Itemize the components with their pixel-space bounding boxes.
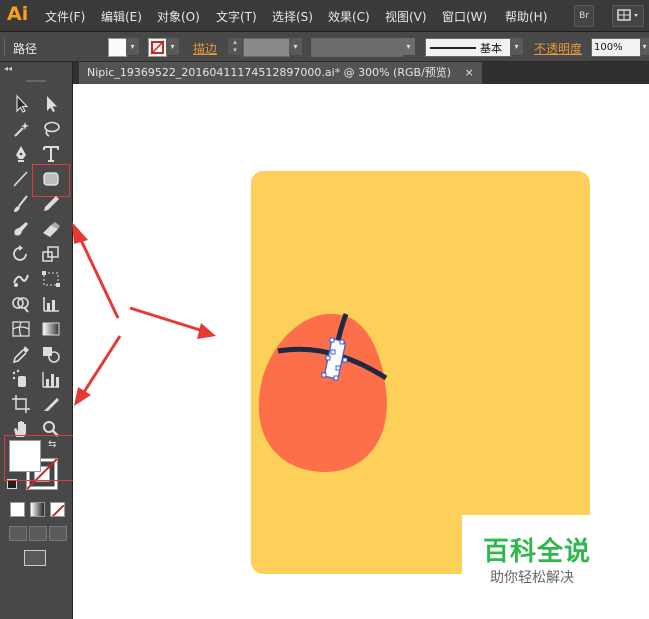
watermark-subtitle: 助你轻松解决: [490, 570, 574, 586]
watermark-title: 百科全说: [483, 537, 592, 567]
annotation-arrows: [72, 222, 216, 406]
